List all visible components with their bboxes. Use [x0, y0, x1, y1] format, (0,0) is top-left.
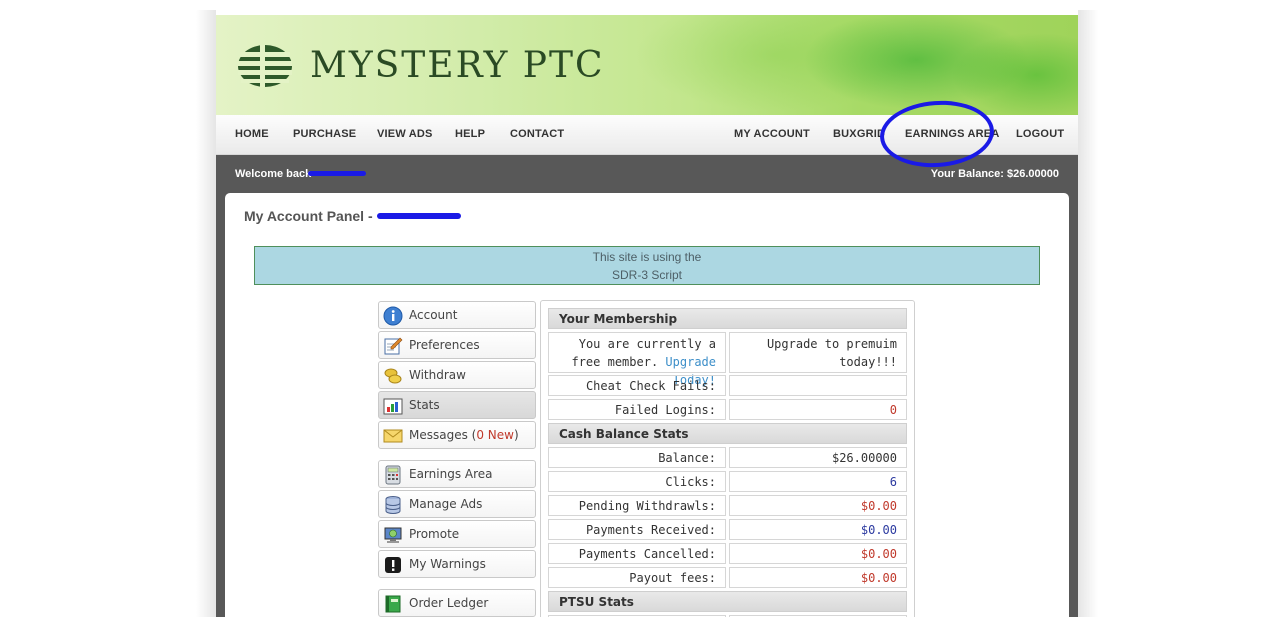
bar-chart-icon [383, 398, 403, 415]
cheat-check-value [729, 375, 907, 396]
page-title: My Account Panel - [244, 208, 373, 224]
menu-item-label: Withdraw [409, 368, 466, 382]
database-icon [385, 496, 401, 514]
welcome-text: Welcome back [235, 168, 312, 180]
table-row: Balance: $26.00000 [548, 447, 907, 468]
pending-withdrawls-label: Pending Withdrawls: [548, 495, 726, 516]
menu-item-account[interactable]: Account [378, 301, 536, 329]
menu-item-withdraw[interactable]: Withdraw [378, 361, 536, 389]
failed-logins-label: Failed Logins: [548, 399, 726, 420]
cheat-check-label: Cheat Check Fails: [548, 375, 726, 396]
messages-new-count: 0 New [476, 428, 514, 442]
nav-view-ads[interactable]: VIEW ADS [377, 128, 433, 140]
site-logo-text: MYSTERY PTC [310, 45, 605, 86]
payout-fees-label: Payout fees: [548, 567, 726, 588]
page-wrapper: MYSTERY PTC HOME PURCHASE VIEW ADS HELP … [216, 15, 1078, 617]
menu-item-my-warnings[interactable]: My Warnings [378, 550, 536, 578]
table-row: Clicks: 6 [548, 471, 907, 492]
table-row: Payments Cancelled: $0.00 [548, 543, 907, 564]
menu-item-messages[interactable]: Messages (0 New) [378, 421, 536, 449]
stats-panel: Your Membership You are currently a free… [540, 300, 915, 617]
menu-item-label: Manage Ads [409, 497, 483, 511]
messages-label: Messages [409, 428, 468, 442]
site-header: MYSTERY PTC [216, 15, 1078, 115]
nav-purchase[interactable]: PURCHASE [293, 128, 356, 140]
nav-home[interactable]: HOME [235, 128, 269, 140]
menu-item-manage-ads[interactable]: Manage Ads [378, 490, 536, 518]
menu-item-order-ledger[interactable]: Order Ledger [378, 589, 536, 617]
payments-received-label: Payments Received: [548, 519, 726, 540]
menu-item-label: Preferences [409, 338, 480, 352]
table-row: Failed Logins: 0 [548, 399, 907, 420]
info-icon [383, 306, 403, 326]
nav-contact[interactable]: CONTACT [510, 128, 564, 140]
table-row: Cheat Check Fails: [548, 375, 907, 396]
menu-item-earnings-area[interactable]: Earnings Area [378, 460, 536, 488]
payout-fees-value: $0.00 [729, 567, 907, 588]
clicks-label: Clicks: [548, 471, 726, 492]
balance-text: Your Balance: $26.00000 [930, 168, 1059, 180]
table-row: You are currently a free member. Upgrade… [548, 332, 907, 387]
menu-item-label: Promote [409, 527, 460, 541]
menu-item-label: My Warnings [409, 557, 486, 571]
nav-help[interactable]: HELP [455, 128, 485, 140]
notepad-pencil-icon [384, 337, 403, 355]
ledger-book-icon [385, 595, 401, 613]
payments-received-value: $0.00 [729, 519, 907, 540]
menu-item-stats[interactable]: Stats [378, 391, 536, 419]
nav-my-account[interactable]: MY ACCOUNT [734, 128, 810, 140]
pending-withdrawls-value: $0.00 [729, 495, 907, 516]
balance-label: Balance: [548, 447, 726, 468]
clicks-value: 6 [729, 471, 907, 492]
table-row: Payments Received: $0.00 [548, 519, 907, 540]
envelope-icon [383, 429, 403, 443]
failed-logins-value: 0 [729, 399, 907, 420]
nav-logout[interactable]: LOGOUT [1016, 128, 1064, 140]
menu-item-label: Earnings Area [409, 467, 493, 481]
menu-item-label: Messages (0 New) [409, 428, 519, 442]
payments-cancelled-label: Payments Cancelled: [548, 543, 726, 564]
redacted-username-scribble-title [377, 213, 461, 219]
calculator-icon [385, 465, 401, 485]
menu-item-label: Account [409, 308, 458, 322]
notice-line-1: This site is using the [592, 250, 702, 264]
redacted-username-scribble [308, 171, 366, 176]
balance-value: $26.00000 [729, 447, 907, 468]
table-row: Pending Withdrawls: $0.00 [548, 495, 907, 516]
payments-cancelled-value: $0.00 [729, 543, 907, 564]
nav-buxgrid[interactable]: BUXGRID [833, 128, 885, 140]
section-heading-membership: Your Membership [548, 308, 907, 329]
coins-icon [384, 368, 402, 384]
table-row: Payout fees: $0.00 [548, 567, 907, 588]
page-shadow-left [196, 10, 216, 617]
menu-item-preferences[interactable]: Preferences [378, 331, 536, 359]
page-shadow-right [1078, 10, 1098, 617]
content-panel: My Account Panel - This site is using th… [225, 193, 1069, 617]
upgrade-premium-cell: Upgrade to premuim today!!! [729, 332, 907, 373]
membership-status-cell: You are currently a free member. Upgrade… [548, 332, 726, 387]
script-notice: This site is using the SDR-3 Script [254, 246, 1040, 285]
menu-item-label: Stats [409, 398, 440, 412]
exclamation-icon [385, 557, 401, 573]
stacked-layers-logo-icon [238, 45, 292, 87]
menu-item-promote[interactable]: Promote [378, 520, 536, 548]
menu-item-label: Order Ledger [409, 596, 489, 610]
monitor-globe-icon [384, 527, 402, 543]
section-heading-ptsu: PTSU Stats [548, 591, 907, 612]
section-heading-cash: Cash Balance Stats [548, 423, 907, 444]
notice-line-2: SDR-3 Script [611, 268, 682, 282]
